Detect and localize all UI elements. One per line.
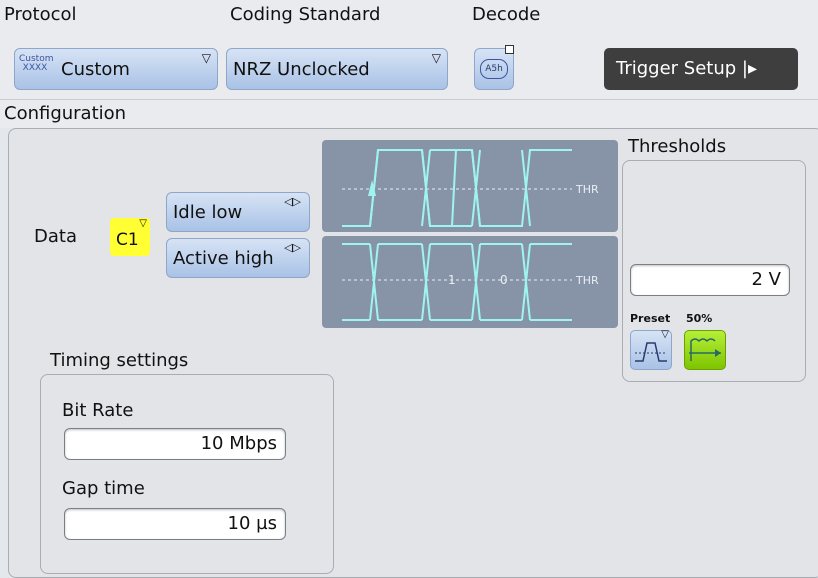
data-label: Data (34, 226, 77, 247)
active-level-toggle[interactable]: Active high ◁▷ (166, 238, 310, 278)
coding-standard-select[interactable]: NRZ Unclocked ▽ (226, 48, 448, 90)
chevron-down-icon: ▽ (661, 329, 669, 340)
fifty-percent-button[interactable] (684, 330, 726, 370)
bit-rate-label: Bit Rate (62, 400, 134, 421)
gap-time-label: Gap time (62, 478, 145, 499)
decode-label: Decode (472, 4, 541, 25)
protocol-select[interactable]: Custom XXXX Custom ▽ (14, 48, 218, 90)
gap-time-input[interactable]: 10 µs (64, 508, 286, 540)
trigger-setup-button[interactable]: Trigger Setup |▸ (604, 48, 798, 90)
channel-select[interactable]: C1 ▽ (110, 218, 150, 256)
chevron-down-icon: ▽ (201, 51, 211, 65)
left-right-arrows-icon: ◁▷ (284, 195, 301, 208)
hex-decode-icon: A5h (480, 59, 508, 79)
idle-level-toggle[interactable]: Idle low ◁▷ (166, 192, 310, 232)
preset-label: Preset (630, 312, 671, 325)
coding-standard-value: NRZ Unclocked (233, 59, 370, 80)
idle-level-value: Idle low (173, 201, 243, 223)
channel-value: C1 (116, 230, 139, 250)
threshold-marker-label: THR (576, 274, 599, 287)
checkbox-icon (505, 45, 514, 54)
decode-button[interactable]: A5h (474, 45, 514, 90)
protocol-value: Custom (61, 59, 130, 80)
idle-waveform-diagram: THR (322, 140, 618, 232)
chevron-down-icon: ▽ (431, 51, 441, 65)
fifty-percent-icon (689, 338, 721, 361)
left-right-arrows-icon: ◁▷ (284, 241, 301, 254)
thresholds-title: Thresholds (628, 136, 727, 157)
coding-standard-label: Coding Standard (230, 4, 381, 25)
active-waveform-diagram: 1 0 THR (322, 236, 618, 328)
configuration-title: Configuration (4, 103, 127, 124)
bit-rate-input[interactable]: 10 Mbps (64, 428, 286, 460)
threshold-marker-label: THR (576, 183, 599, 196)
bit-one-label: 1 (448, 273, 456, 287)
protocol-label: Protocol (4, 4, 77, 25)
timing-settings-title: Timing settings (50, 350, 189, 371)
threshold-input[interactable]: 2 V (630, 264, 790, 296)
percent-label: 50% (686, 312, 713, 325)
bit-zero-label: 0 (500, 273, 508, 287)
active-level-value: Active high (173, 247, 274, 269)
preset-button[interactable]: ▽ (630, 329, 672, 370)
custom-protocol-icon: Custom XXXX (19, 54, 54, 73)
chevron-down-icon: ▽ (139, 218, 147, 229)
